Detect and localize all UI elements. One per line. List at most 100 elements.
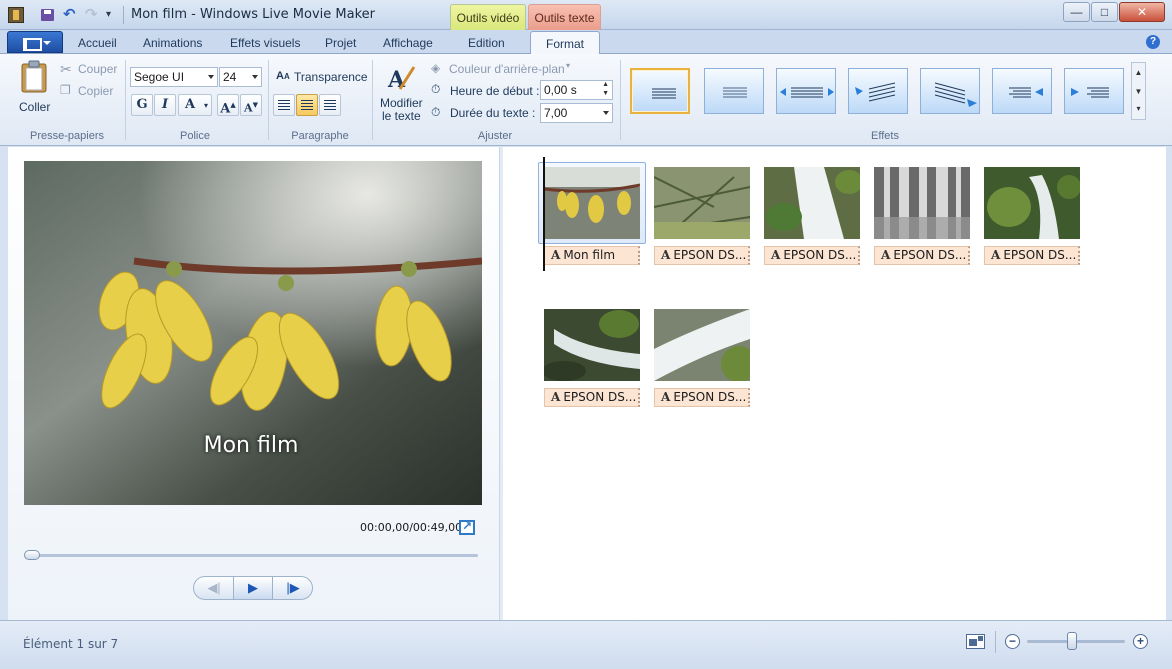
tab-affichage[interactable]: Affichage: [383, 36, 433, 50]
text-duration-label: Durée du texte :: [450, 106, 536, 120]
clip-3[interactable]: A EPSON DS...: [764, 167, 860, 265]
next-frame-button[interactable]: |▶: [273, 577, 313, 599]
help-icon[interactable]: ?: [1146, 35, 1160, 49]
clip-caption-text: Mon film: [563, 248, 616, 262]
seek-thumb[interactable]: [24, 550, 40, 560]
effect-fade[interactable]: [704, 68, 764, 114]
clip-2[interactable]: A EPSON DS...: [654, 167, 750, 265]
italic-button[interactable]: I: [154, 94, 176, 116]
text-caption-icon: A: [551, 390, 561, 404]
redo-icon[interactable]: ↷: [85, 7, 101, 23]
tab-accueil[interactable]: Accueil: [78, 36, 117, 50]
scroll-down-icon[interactable]: ▼: [1132, 82, 1145, 101]
effect-fly-in-left[interactable]: [848, 68, 908, 114]
font-color-button[interactable]: A ▾: [178, 94, 212, 116]
transparency-button[interactable]: AA Transparence: [275, 68, 368, 86]
status-separator: [995, 631, 996, 653]
align-left-button[interactable]: [273, 94, 295, 116]
font-color-icon: A: [185, 97, 196, 112]
save-icon[interactable]: [40, 7, 56, 23]
clip-caption-text: EPSON DS...: [783, 248, 857, 262]
align-center-icon: [301, 100, 313, 110]
seek-bar[interactable]: [26, 554, 478, 557]
spin-up-icon[interactable]: ▲: [602, 81, 609, 88]
tab-format[interactable]: Format: [530, 31, 601, 55]
movie-maker-app-icon[interactable]: [8, 7, 24, 23]
paste-button[interactable]: Coller: [14, 58, 56, 114]
title-bar: ↶ ↷ ▾ Mon film - Windows Live Movie Make…: [0, 0, 1172, 31]
chevron-down-icon: [603, 111, 609, 118]
minimize-button[interactable]: —: [1063, 2, 1090, 22]
tab-effets-visuels[interactable]: Effets visuels: [230, 36, 300, 50]
status-bar: Élément 1 sur 7 − +: [0, 620, 1172, 669]
copy-button[interactable]: ❐ Copier: [60, 82, 122, 100]
tab-projet[interactable]: Projet: [325, 36, 356, 50]
bold-button[interactable]: G: [131, 94, 153, 116]
align-center-button[interactable]: [296, 94, 318, 116]
effect-fly-in-right[interactable]: [992, 68, 1052, 114]
thumbnail-size-icon[interactable]: [966, 634, 985, 649]
shrink-font-button[interactable]: A▼: [240, 94, 262, 116]
zoom-in-button[interactable]: +: [1133, 634, 1148, 649]
effect-fly-in-left-2[interactable]: [1064, 68, 1124, 114]
previous-frame-button[interactable]: ◀|: [194, 577, 234, 599]
chevron-down-icon: [252, 75, 258, 82]
main-area: Mon film 00:00,00/00:49,00 ◀| ▶ |▶ AMon …: [0, 147, 1172, 620]
pane-splitter[interactable]: [499, 147, 503, 620]
close-button[interactable]: ✕: [1119, 2, 1165, 22]
font-family-combo[interactable]: Segoe UI: [130, 67, 218, 87]
clip-thumbnail: [984, 167, 1080, 239]
storyboard: A Mon film A EPSON DS... A EPSON DS... A EPS…: [508, 147, 1166, 620]
play-button[interactable]: ▶: [233, 577, 273, 599]
effect-fly-out-right[interactable]: [920, 68, 980, 114]
chevron-down-icon: ▾: [566, 61, 571, 70]
cut-button[interactable]: ✂ Couper: [60, 60, 122, 78]
text-caption-icon: A: [661, 390, 671, 404]
undo-icon[interactable]: ↶: [63, 7, 79, 23]
ribbon-tab-row: Accueil Animations Effets visuels Projet…: [0, 30, 1172, 55]
clip-7[interactable]: A EPSON DS...: [654, 309, 750, 407]
window-title: Mon film - Windows Live Movie Maker: [131, 7, 375, 22]
text-duration-combo[interactable]: 7,00: [540, 103, 613, 123]
grow-font-icon: A: [220, 101, 231, 117]
gallery-more-icon[interactable]: ▾: [1132, 101, 1145, 119]
clip-6[interactable]: A EPSON DS...: [544, 309, 640, 407]
spin-down-icon[interactable]: ▼: [602, 90, 609, 97]
effects-gallery-scroll[interactable]: ▲ ▼ ▾: [1131, 62, 1146, 120]
transparency-label: Transparence: [294, 70, 368, 84]
font-size-combo[interactable]: 24: [219, 67, 262, 87]
customize-toolbar-dropdown[interactable]: ▾: [106, 7, 122, 23]
edit-text-label: Modifier: [380, 96, 423, 110]
group-label-effects: Effets: [871, 130, 899, 142]
scroll-up-icon[interactable]: ▲: [1132, 63, 1145, 82]
clip-thumbnail: [544, 167, 640, 239]
chevron-down-icon: [208, 75, 214, 82]
tab-edition[interactable]: Edition: [468, 36, 505, 50]
font-family-value: Segoe UI: [134, 70, 185, 84]
edit-text-button[interactable]: A Modifier le texte: [377, 60, 425, 124]
zoom-out-button[interactable]: −: [1005, 634, 1020, 649]
text-caption-icon: A: [551, 248, 561, 262]
grow-font-button[interactable]: A▲: [217, 94, 239, 116]
application-menu-button[interactable]: [7, 31, 63, 53]
context-tab-text-tools: Outils texte: [528, 4, 601, 31]
clip-1[interactable]: A Mon film: [544, 167, 640, 265]
align-right-button[interactable]: [319, 94, 341, 116]
clip-4[interactable]: A EPSON DS...: [874, 167, 970, 265]
text-caption-icon: A: [771, 248, 781, 262]
tab-animations[interactable]: Animations: [143, 36, 202, 50]
effect-none[interactable]: [630, 68, 690, 114]
clip-thumbnail: [654, 167, 750, 239]
maximize-button[interactable]: □: [1091, 2, 1118, 22]
clip-caption: A EPSON DS...: [544, 388, 640, 407]
background-color-button[interactable]: ◈ Couleur d'arrière-plan ▾: [430, 61, 580, 77]
zoom-slider-thumb[interactable]: [1066, 632, 1077, 650]
clip-caption: A Mon film: [544, 246, 640, 265]
start-time-input[interactable]: 0,00 s ▲ ▼: [540, 80, 613, 100]
clip-thumbnail: [544, 309, 640, 381]
fullscreen-icon[interactable]: [459, 519, 475, 535]
effect-expand[interactable]: [776, 68, 836, 114]
chevron-down-icon: ▾: [203, 100, 208, 110]
video-preview[interactable]: Mon film: [24, 161, 482, 505]
clip-5[interactable]: A EPSON DS...: [984, 167, 1080, 265]
